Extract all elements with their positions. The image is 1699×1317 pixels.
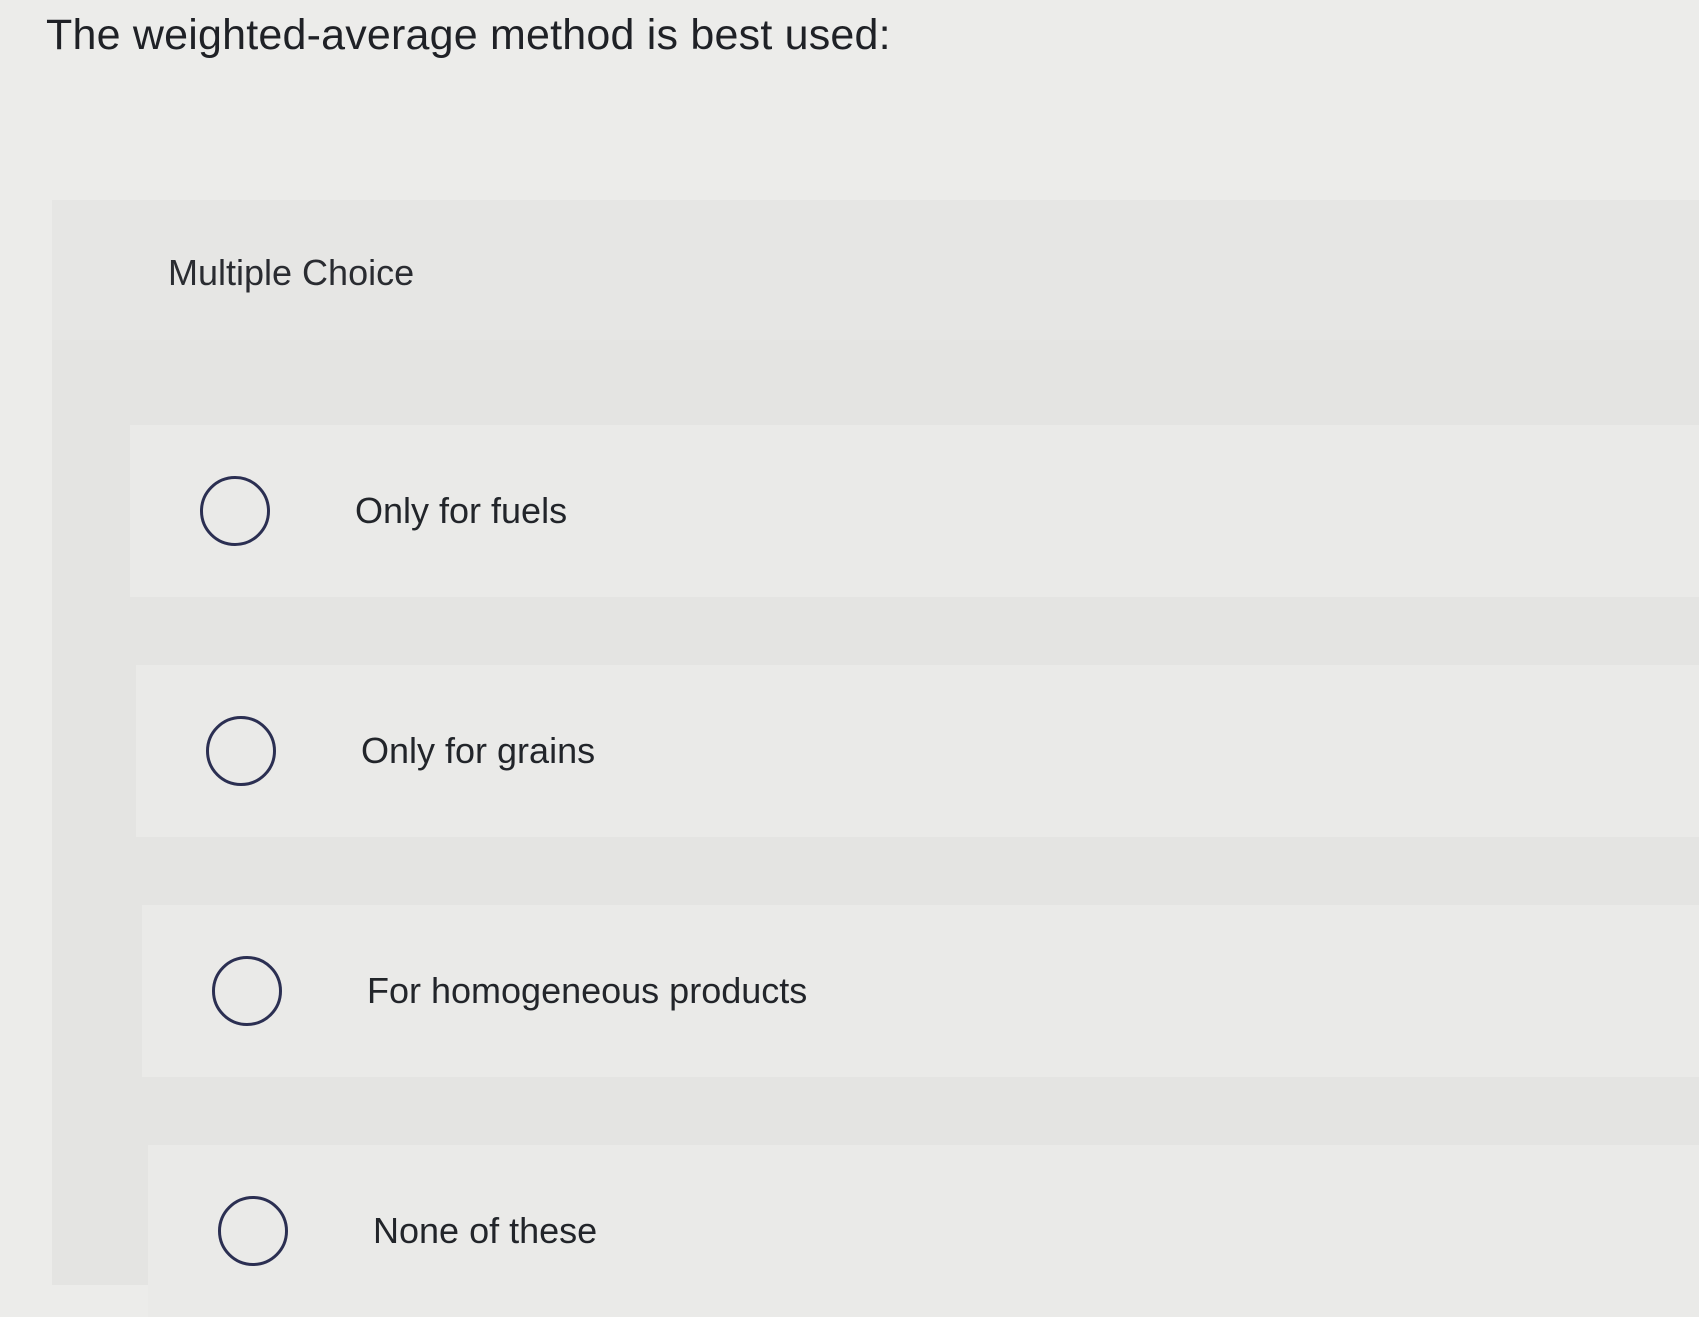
answer-option-label: Only for fuels	[355, 490, 568, 531]
answer-option-label: Only for grains	[361, 730, 596, 771]
radio-button-2[interactable]	[206, 716, 276, 786]
radio-button-3[interactable]	[212, 956, 282, 1026]
multiple-choice-label: Multiple Choice	[168, 252, 415, 293]
radio-button-4[interactable]	[218, 1196, 288, 1266]
radio-button-1[interactable]	[200, 476, 270, 546]
answer-option-label: For homogeneous products	[367, 970, 808, 1011]
panel-header: Multiple Choice	[52, 200, 1699, 340]
answer-option-3[interactable]: For homogeneous products	[142, 905, 1699, 1077]
answer-option-1[interactable]: Only for fuels	[130, 425, 1699, 597]
answer-option-4[interactable]: None of these	[148, 1145, 1699, 1317]
question-text: The weighted-average method is best used…	[46, 11, 891, 59]
answer-option-label: None of these	[373, 1210, 598, 1251]
answer-option-2[interactable]: Only for grains	[136, 665, 1699, 837]
multiple-choice-panel: Multiple Choice Only for fuels Only for …	[52, 200, 1699, 1317]
answer-options: Only for fuels Only for grains For homog…	[130, 425, 1699, 1317]
